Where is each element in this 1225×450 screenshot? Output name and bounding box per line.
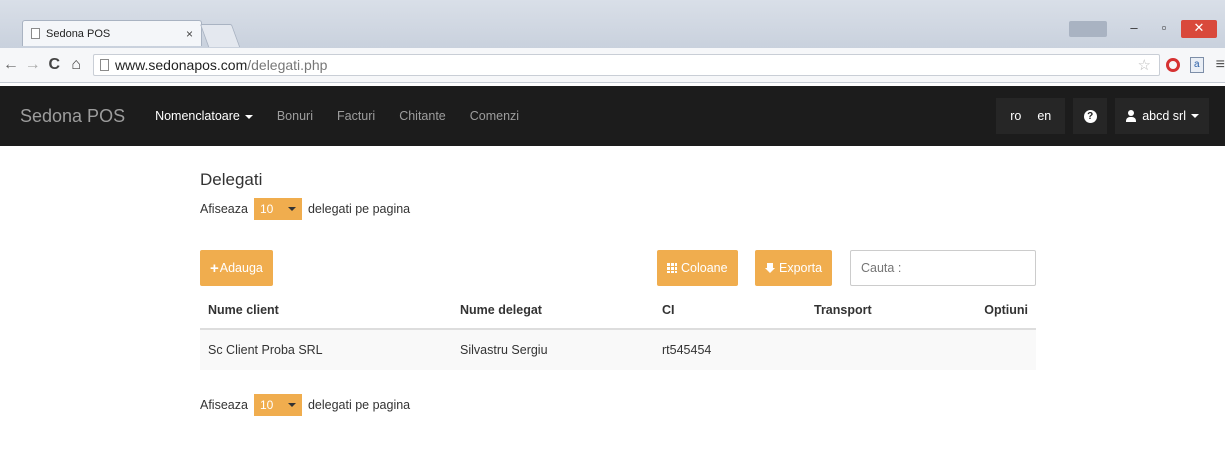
page-size-control-bottom: Afiseaza 10 delegati pe pagina — [200, 394, 1040, 416]
bookmark-star-icon[interactable]: ☆ — [1137, 56, 1150, 74]
column-header[interactable]: Transport — [806, 292, 952, 330]
table-row[interactable]: Sc Client Proba SRL Silvastru Sergiu rt5… — [200, 328, 1036, 370]
pager-suffix: delegati pe pagina — [307, 398, 411, 412]
home-icon[interactable]: ⌂ — [65, 56, 87, 74]
nav-label: Nomenclatoare — [155, 109, 240, 123]
browser-titlebar: Sedona POS × – ▫ ✕ — [0, 0, 1225, 48]
opera-extension-icon[interactable] — [1165, 58, 1180, 72]
cell-delegat: Silvastru Sergiu — [452, 328, 654, 370]
question-icon: ? — [1083, 109, 1097, 123]
window-controls: – ▫ ✕ — [1069, 20, 1217, 38]
page-icon — [31, 28, 40, 39]
address-bar[interactable]: www.sedonapos.com/delegati.php ☆ — [92, 54, 1160, 76]
chevron-down-icon — [1191, 114, 1199, 118]
profile-chip[interactable] — [1069, 21, 1107, 37]
table-header-row: Nume client Nume delegat CI Transport Op… — [200, 292, 1036, 330]
browser-toolbar: ← → C ⌂ www.sedonapos.com/delegati.php ☆… — [0, 48, 1225, 83]
delegati-table: Nume client Nume delegat CI Transport Op… — [200, 292, 1036, 370]
reload-icon[interactable]: C — [43, 56, 65, 74]
pager-prefix: Afiseaza — [200, 202, 248, 216]
columns-button-label: Coloane — [681, 261, 728, 275]
browser-tab[interactable]: Sedona POS × — [22, 20, 202, 46]
column-header[interactable]: CI — [654, 292, 806, 330]
user-icon — [1125, 110, 1137, 122]
search-input[interactable] — [850, 250, 1036, 286]
page-size-select[interactable]: 10 — [253, 198, 302, 220]
grid-icon — [667, 263, 677, 273]
url-domain: www.sedonapos.com — [114, 57, 248, 73]
lang-en[interactable]: en — [1029, 109, 1059, 123]
page-size-select[interactable]: 10 — [253, 394, 302, 416]
export-button-label: Exporta — [779, 261, 823, 275]
export-icon — [765, 263, 775, 273]
page-icon — [99, 59, 109, 71]
nav-comenzi[interactable]: Comenzi — [470, 109, 519, 123]
user-name: abcd srl — [1142, 109, 1186, 123]
column-header[interactable]: Nume client — [200, 292, 452, 330]
page-size-value: 10 — [259, 398, 274, 412]
user-menu[interactable]: abcd srl — [1115, 98, 1209, 134]
brand-logo[interactable]: Sedona POS — [20, 106, 125, 127]
language-switcher: ro en — [996, 98, 1066, 134]
page-title: Delegati — [200, 170, 263, 189]
pager-suffix: delegati pe pagina — [307, 202, 411, 216]
add-button-label: Adauga — [219, 261, 263, 275]
tab-title: Sedona POS — [46, 27, 111, 40]
columns-button[interactable]: Coloane — [657, 250, 738, 286]
nav-chitante[interactable]: Chitante — [399, 109, 446, 123]
lang-ro[interactable]: ro — [1002, 109, 1029, 123]
browser-menu-icon[interactable]: ≡ — [1216, 56, 1225, 74]
cell-ci: rt545454 — [654, 328, 806, 370]
cell-transport — [806, 328, 952, 370]
page-size-value: 10 — [259, 202, 274, 216]
chevron-down-icon — [244, 114, 253, 119]
page-size-control-top: Afiseaza 10 delegati pe pagina — [200, 198, 1040, 220]
tab-close-icon[interactable]: × — [186, 27, 193, 41]
main-content: Delegati Afiseaza 10 delegati pe pagina … — [200, 160, 1040, 416]
forward-icon[interactable]: → — [22, 56, 44, 74]
cell-optiuni — [952, 328, 1036, 370]
back-icon[interactable]: ← — [0, 56, 22, 74]
column-header[interactable]: Optiuni — [952, 292, 1036, 330]
column-header[interactable]: Nume delegat — [452, 292, 654, 330]
app-navbar: Sedona POS Nomenclatoare Bonuri Facturi … — [0, 86, 1225, 146]
nav-nomenclatoare[interactable]: Nomenclatoare — [155, 109, 253, 123]
plus-icon: + — [210, 259, 219, 277]
minimize-icon[interactable]: – — [1121, 20, 1147, 38]
navbar-right: ro en ? abcd srl — [996, 86, 1225, 146]
help-button[interactable]: ? — [1073, 98, 1108, 134]
url-path: /delegati.php — [247, 57, 328, 73]
extension-icon[interactable]: a — [1189, 57, 1204, 73]
chevron-down-icon — [287, 207, 296, 211]
chevron-down-icon — [287, 403, 296, 407]
cell-client: Sc Client Proba SRL — [200, 328, 452, 370]
nav-facturi[interactable]: Facturi — [337, 109, 375, 123]
nav-bonuri[interactable]: Bonuri — [277, 109, 313, 123]
export-button[interactable]: Exporta — [755, 250, 833, 286]
restore-icon[interactable]: ▫ — [1151, 20, 1177, 38]
close-window-icon[interactable]: ✕ — [1181, 20, 1217, 38]
add-button[interactable]: + Adauga — [200, 250, 273, 286]
new-tab-button[interactable] — [199, 24, 241, 47]
actions-bar: + Adauga Coloane Exporta — [200, 250, 1040, 290]
pager-prefix: Afiseaza — [200, 398, 248, 412]
